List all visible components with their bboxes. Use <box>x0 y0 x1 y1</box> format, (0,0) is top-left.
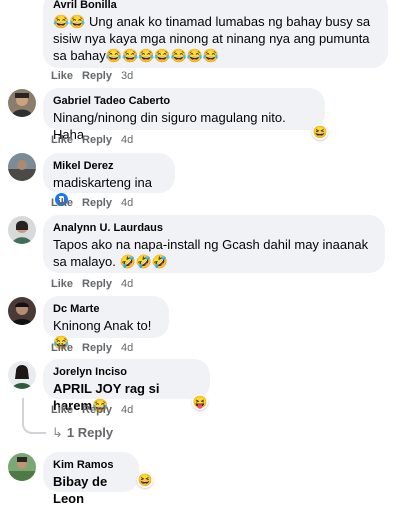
comment-author[interactable]: Avril Bonilla <box>53 0 378 12</box>
comment-author[interactable]: Jorelyn Inciso <box>53 365 200 379</box>
avatar[interactable] <box>8 297 36 325</box>
comment-age[interactable]: 4d <box>121 342 133 354</box>
comment-actions: Like Reply 3d <box>51 69 142 83</box>
comment-bubble: Gabriel Tadeo Caberto Ninang/ninong din … <box>43 88 325 142</box>
reply-button[interactable]: Reply <box>82 134 112 146</box>
comment-actions: Like Reply 4d <box>51 277 142 291</box>
comment-author[interactable]: Kim Ramos <box>53 458 129 472</box>
comment-bubble: Analynn U. Laurdaus Tapos ako na napa-in… <box>43 215 385 273</box>
reply-button[interactable]: Reply <box>82 404 112 416</box>
reply-button[interactable]: Reply <box>82 197 112 209</box>
comment-author[interactable]: Gabriel Tadeo Caberto <box>53 94 315 108</box>
comment-actions: Like Reply 4d <box>51 341 142 355</box>
comment-actions: Like Reply 4d <box>51 133 142 147</box>
comment-thread: Avril Bonilla 😂😂 Ung anak ko tinamad lum… <box>0 0 407 506</box>
comment-author[interactable]: Dc Marte <box>53 302 159 316</box>
reply-button[interactable]: Reply <box>82 342 112 354</box>
comment-bubble: Avril Bonilla 😂😂 Ung anak ko tinamad lum… <box>43 0 388 68</box>
comment-actions: Like Reply 4d <box>51 196 142 210</box>
like-button[interactable]: Like <box>51 404 73 416</box>
avatar[interactable] <box>8 361 36 389</box>
avatar[interactable] <box>8 216 36 244</box>
like-button[interactable]: Like <box>51 278 73 290</box>
tongue-reaction-icon[interactable]: 😝 <box>192 394 208 410</box>
reply-button[interactable]: Reply <box>82 70 112 82</box>
avatar[interactable] <box>8 453 36 481</box>
comment-text: Tapos ako na napa-install ng Gcash dahil… <box>53 237 369 269</box>
comment-text: 😂😂 Ung anak ko tinamad lumabas ng bahay … <box>53 14 371 63</box>
comment-age[interactable]: 4d <box>121 134 133 146</box>
comment-bubble: Kim Ramos Bibay de Leon <box>43 452 139 506</box>
like-button[interactable]: Like <box>51 342 73 354</box>
laugh-reaction-icon[interactable]: 😆 <box>137 472 153 488</box>
comment-bubble: Dc Marte Kninong Anak to!😂 <box>43 296 169 350</box>
comment-bubble: Jorelyn Inciso APRIL JOY rag si harem😂 <box>43 359 210 413</box>
comment-author[interactable]: Analynn U. Laurdaus <box>53 221 375 235</box>
comment-author[interactable]: Mikel Derez <box>53 159 165 173</box>
reply-arrow-icon: ↳ <box>52 425 63 440</box>
comment-actions: Like Reply 4d <box>51 403 142 417</box>
avatar[interactable] <box>8 153 36 181</box>
comment-text: Bibay de Leon <box>53 474 108 506</box>
like-button[interactable]: Like <box>51 134 73 146</box>
view-replies-link[interactable]: ↳ 1 Reply <box>52 424 113 441</box>
like-button[interactable]: Like <box>51 197 73 209</box>
reply-thread-line <box>22 398 46 434</box>
comment-age[interactable]: 4d <box>121 278 133 290</box>
comment-bubble: Mikel Derez madiskarteng ina <box>43 153 175 206</box>
laugh-reaction-icon[interactable]: 😆 <box>312 124 328 140</box>
like-button[interactable]: Like <box>51 70 73 82</box>
comment-age[interactable]: 4d <box>121 197 133 209</box>
comment-age[interactable]: 4d <box>121 404 133 416</box>
comment-age[interactable]: 3d <box>121 70 133 82</box>
reply-button[interactable]: Reply <box>82 278 112 290</box>
avatar[interactable] <box>8 89 36 117</box>
